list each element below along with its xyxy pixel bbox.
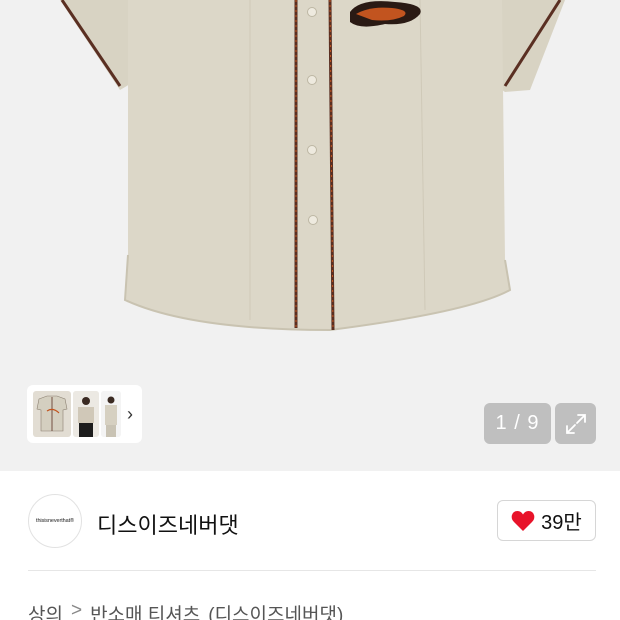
expand-button[interactable]	[555, 403, 596, 444]
thumbnail-side[interactable]	[101, 391, 121, 437]
breadcrumb-item-brand[interactable]: (디스이즈네버댓)	[208, 600, 343, 620]
like-count: 39만	[541, 512, 582, 534]
divider	[28, 570, 596, 571]
heart-icon	[511, 510, 535, 531]
breadcrumb-item-subcategory[interactable]: 반소매 티셔츠	[90, 600, 200, 620]
brand-logo-text: thisisneverthat®	[36, 518, 74, 524]
brand-logo[interactable]: thisisneverthat®	[28, 494, 82, 548]
brand-row: thisisneverthat® 디스이즈네버댓 39만	[0, 472, 620, 570]
breadcrumb-item-category[interactable]: 상의	[28, 600, 63, 620]
thumbnail-model[interactable]	[73, 391, 99, 437]
chevron-right-icon[interactable]: ›	[127, 405, 133, 423]
product-image-gallery[interactable]: › 1 / 9	[0, 0, 620, 471]
thumbnail-strip[interactable]: ›	[27, 385, 142, 443]
expand-icon	[565, 413, 586, 434]
brand-name[interactable]: 디스이즈네버댓	[97, 508, 239, 540]
thumbnail-front[interactable]	[33, 391, 71, 437]
image-counter: 1 / 9	[484, 403, 551, 444]
like-button[interactable]: 39만	[497, 500, 596, 541]
breadcrumb-separator: >	[70, 600, 83, 620]
breadcrumb: 상의 > 반소매 티셔츠 (디스이즈네버댓)	[28, 600, 343, 620]
